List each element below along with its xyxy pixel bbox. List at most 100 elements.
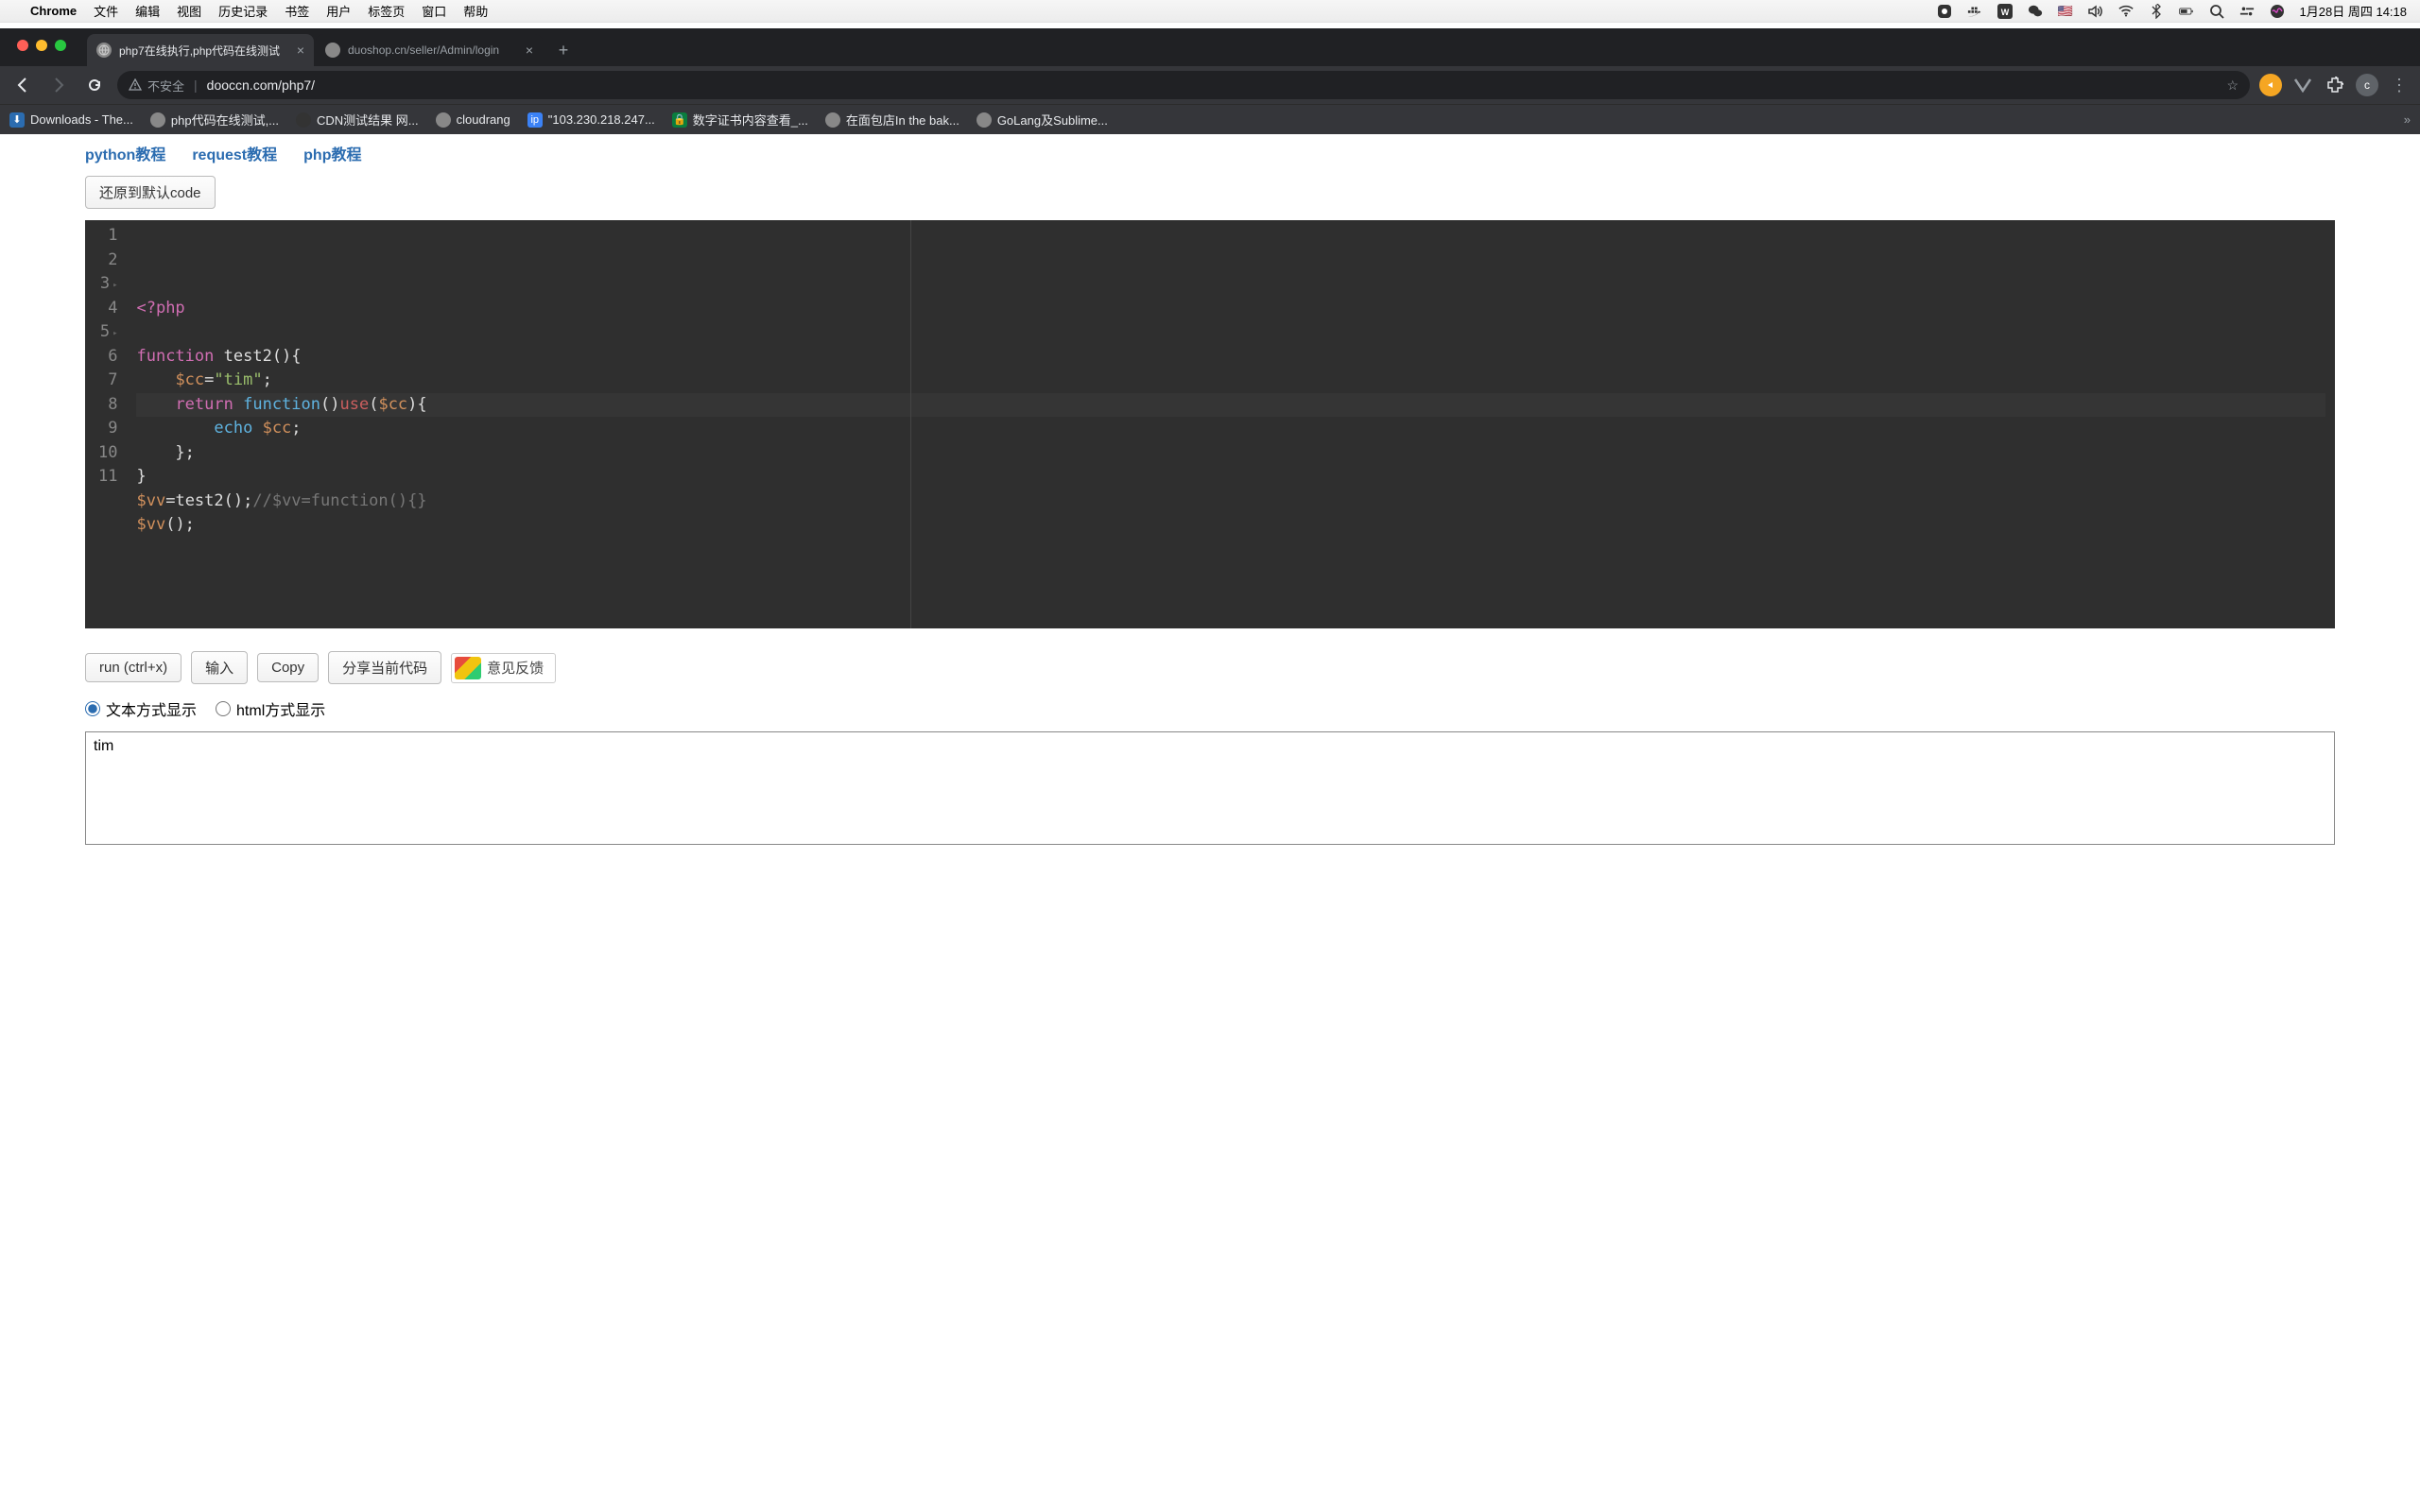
input-button[interactable]: 输入	[191, 651, 248, 684]
editor-ruler	[910, 220, 911, 628]
bookmark-item[interactable]: CDN测试结果 网...	[296, 111, 419, 129]
copy-button[interactable]: Copy	[257, 653, 319, 682]
window-minimize-button[interactable]	[36, 40, 47, 51]
reset-code-button[interactable]: 还原到默认code	[85, 176, 216, 209]
bookmark-item[interactable]: php代码在线测试,...	[150, 111, 279, 129]
menu-window[interactable]: 窗口	[422, 2, 446, 20]
extension-icon-1[interactable]	[2259, 74, 2282, 96]
link-php-tutorial[interactable]: php教程	[303, 142, 361, 164]
tray-bluetooth-icon[interactable]	[2149, 4, 2164, 19]
menu-view[interactable]: 视图	[177, 2, 201, 20]
tray-wechat-icon[interactable]	[2028, 4, 2043, 19]
output-box: tim	[85, 731, 2335, 845]
menu-user[interactable]: 用户	[326, 2, 351, 20]
code-line[interactable]: return function()use($cc){	[136, 393, 2325, 418]
share-button[interactable]: 分享当前代码	[328, 651, 441, 684]
code-line[interactable]: };	[136, 441, 2325, 466]
tray-volume-icon[interactable]	[2088, 4, 2103, 19]
tab-inactive[interactable]: duoshop.cn/seller/Admin/login ×	[316, 34, 543, 66]
menu-help[interactable]: 帮助	[463, 2, 488, 20]
tray-battery-icon[interactable]	[2179, 4, 2194, 19]
code-line[interactable]: $vv=test2();//$vv=function(){}	[136, 490, 2325, 514]
extension-icon-2[interactable]	[2291, 74, 2314, 96]
browser-toolbar: 不安全 | dooccn.com/php7/ ☆ c ⋮	[0, 66, 2420, 104]
action-buttons: run (ctrl+x) 输入 Copy 分享当前代码 意见反馈	[85, 651, 2335, 684]
display-mode-radios: 文本方式显示 html方式显示	[85, 697, 2335, 720]
tray-control-icon[interactable]	[2239, 4, 2255, 19]
bookmark-icon: ⬇	[9, 112, 25, 128]
tab-title: duoshop.cn/seller/Admin/login	[348, 43, 518, 57]
tray-wps-icon[interactable]: W	[1997, 4, 2013, 19]
forward-button[interactable]	[45, 72, 72, 98]
tray-flag-icon[interactable]: 🇺🇸	[2058, 4, 2073, 19]
code-line[interactable]: echo $cc;	[136, 417, 2325, 441]
bookmark-item[interactable]: 🔒数字证书内容查看_...	[672, 111, 808, 129]
radio-text-input[interactable]	[85, 701, 100, 716]
close-icon[interactable]: ×	[526, 43, 533, 58]
tray-wifi-icon[interactable]	[2118, 4, 2134, 19]
bookmark-item[interactable]: GoLang及Sublime...	[977, 111, 1108, 129]
warning-icon	[129, 78, 142, 92]
tab-title: php7在线执行,php代码在线测试	[119, 43, 289, 59]
bookmarks-overflow-button[interactable]: »	[2404, 112, 2411, 127]
bookmark-icon: ip	[527, 112, 543, 128]
lock-icon: 🔒	[672, 112, 687, 128]
tray-docker-icon[interactable]	[1967, 4, 1982, 19]
code-line[interactable]: }	[136, 465, 2325, 490]
security-indicator[interactable]: 不安全	[129, 77, 184, 94]
radio-html-mode[interactable]: html方式显示	[216, 697, 325, 720]
address-bar[interactable]: 不安全 | dooccn.com/php7/ ☆	[117, 71, 2250, 99]
menu-bookmarks[interactable]: 书签	[285, 2, 309, 20]
bookmark-item[interactable]: 在面包店In the bak...	[825, 111, 959, 129]
window-zoom-button[interactable]	[55, 40, 66, 51]
profile-avatar[interactable]: c	[2356, 74, 2378, 96]
code-line[interactable]: $cc="tim";	[136, 369, 2325, 393]
editor-code-area[interactable]: <?php function test2(){ $cc="tim"; retur…	[127, 220, 2335, 628]
tab-active[interactable]: php7在线执行,php代码在线测试 ×	[87, 34, 314, 66]
code-editor[interactable]: 1234567891011 <?php function test2(){ $c…	[85, 220, 2335, 628]
back-button[interactable]	[9, 72, 36, 98]
globe-icon	[150, 112, 165, 128]
reload-button[interactable]	[81, 72, 108, 98]
tray-record-icon[interactable]	[1937, 4, 1952, 19]
chrome-menu-button[interactable]: ⋮	[2388, 76, 2411, 95]
code-line[interactable]	[136, 320, 2325, 345]
tray-datetime[interactable]: 1月28日 周四 14:18	[2300, 2, 2407, 20]
app-name[interactable]: Chrome	[30, 4, 77, 18]
menu-history[interactable]: 历史记录	[218, 2, 268, 20]
globe-icon	[96, 43, 112, 58]
menu-file[interactable]: 文件	[94, 2, 118, 20]
page-content: python教程 request教程 php教程 还原到默认code 12345…	[0, 134, 2420, 1512]
radio-html-input[interactable]	[216, 701, 231, 716]
code-line[interactable]	[136, 538, 2325, 562]
code-line[interactable]: $vv();	[136, 513, 2325, 538]
bookmarks-bar: ⬇Downloads - The... php代码在线测试,... CDN测试结…	[0, 104, 2420, 134]
code-line[interactable]: function test2(){	[136, 345, 2325, 369]
globe-icon	[436, 112, 451, 128]
menu-edit[interactable]: 编辑	[135, 2, 160, 20]
new-tab-button[interactable]: +	[550, 37, 577, 63]
globe-icon	[825, 112, 840, 128]
tutorial-links: python教程 request教程 php教程	[0, 134, 2420, 176]
extensions-button[interactable]	[2324, 74, 2346, 96]
url-text: dooccn.com/php7/	[207, 77, 315, 93]
menu-tabs[interactable]: 标签页	[368, 2, 405, 20]
link-python-tutorial[interactable]: python教程	[85, 142, 165, 164]
radio-text-mode[interactable]: 文本方式显示	[85, 697, 197, 720]
macos-menubar: Chrome 文件 编辑 视图 历史记录 书签 用户 标签页 窗口 帮助 W 🇺…	[0, 0, 2420, 23]
bookmark-star-icon[interactable]: ☆	[2226, 77, 2238, 94]
bookmark-item[interactable]: cloudrang	[436, 112, 510, 128]
feedback-button[interactable]: 意见反馈	[451, 653, 556, 683]
feedback-icon	[455, 657, 481, 679]
editor-gutter: 1234567891011	[85, 220, 127, 628]
tray-search-icon[interactable]	[2209, 4, 2224, 19]
tray-siri-icon[interactable]	[2270, 4, 2285, 19]
close-icon[interactable]: ×	[297, 43, 304, 58]
globe-icon	[977, 112, 992, 128]
code-line[interactable]: <?php	[136, 297, 2325, 321]
run-button[interactable]: run (ctrl+x)	[85, 653, 182, 682]
bookmark-item[interactable]: ⬇Downloads - The...	[9, 112, 133, 128]
bookmark-item[interactable]: ip"103.230.218.247...	[527, 112, 655, 128]
window-close-button[interactable]	[17, 40, 28, 51]
link-request-tutorial[interactable]: request教程	[192, 142, 277, 164]
